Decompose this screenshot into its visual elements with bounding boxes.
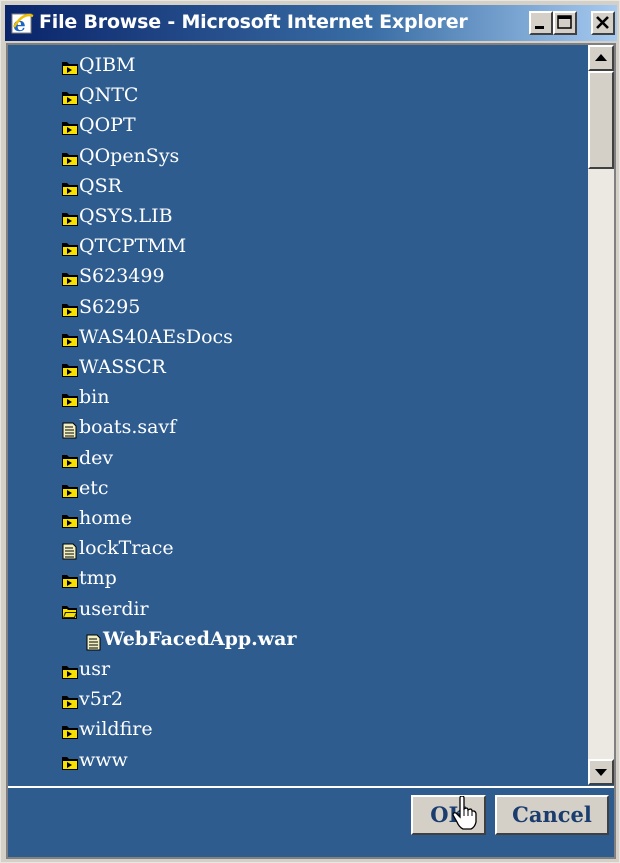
tree-item-label: S623499 <box>79 265 165 288</box>
tree-item-label: WASSCR <box>79 356 166 378</box>
folder-icon <box>61 751 79 770</box>
tree-item-label: WAS40AEsDocs <box>79 325 233 348</box>
tree-item-label: QSR <box>79 174 122 197</box>
tree-item-label: WebFacedApp.war <box>103 627 297 650</box>
tree-item-label: home <box>79 507 132 529</box>
folder-icon <box>61 147 79 166</box>
file-browse-window: e File Browse - Microsoft Internet Explo… <box>0 0 620 863</box>
folder-icon <box>61 328 79 347</box>
tree-item-label: lockTrace <box>79 537 174 560</box>
close-icon <box>596 16 609 29</box>
file-icon <box>61 418 79 439</box>
button-bar: OK Cancel <box>8 788 614 857</box>
tree-item-label: QIBM <box>79 54 136 76</box>
folder-icon <box>61 56 79 75</box>
file-browser-panel: QIBM QNTC QOPT QOpenSys QSR QSYS.LIB QTCPTMM S6… <box>6 43 616 859</box>
scroll-up-button[interactable] <box>588 45 614 71</box>
folder-icon <box>61 177 79 196</box>
tree-item-label: etc <box>79 476 109 499</box>
tree-item-label: bin <box>79 386 110 409</box>
minimize-button[interactable] <box>529 11 553 35</box>
tree-item-label: www <box>79 748 128 771</box>
vertical-scrollbar[interactable] <box>588 45 614 785</box>
hand-pointer-icon <box>452 796 477 830</box>
folder-icon <box>61 479 79 498</box>
file-icon <box>61 539 79 560</box>
scrollbar-thumb[interactable] <box>588 71 614 169</box>
folder-icon <box>61 298 79 317</box>
tree-item-label: wildfire <box>79 718 153 741</box>
tree-item-label: QSYS.LIB <box>79 205 173 227</box>
folder-icon <box>61 449 79 468</box>
minimize-icon <box>535 26 544 29</box>
tree-item-label: S6295 <box>79 295 141 318</box>
tree-item-label: userdir <box>79 597 149 620</box>
folder-icon <box>61 237 79 257</box>
folder-icon <box>61 509 79 528</box>
tree-item-label: tmp <box>79 567 117 590</box>
folder-icon <box>61 388 79 408</box>
maximize-button[interactable] <box>553 11 577 35</box>
folder-open-icon <box>61 600 79 619</box>
folder-icon <box>61 660 79 679</box>
tree-item-label: QOPT <box>79 114 136 137</box>
tree-item-label: usr <box>79 658 111 680</box>
window-title: File Browse - Microsoft Internet Explore… <box>39 11 468 33</box>
scroll-down-button[interactable] <box>588 759 614 785</box>
internet-explorer-icon: e <box>11 11 35 36</box>
tree-item-label: QNTC <box>79 84 139 107</box>
folder-icon <box>61 267 79 287</box>
arrow-up-icon <box>595 54 607 61</box>
file-icon <box>85 630 103 651</box>
file-tree: QIBM QNTC QOPT QOpenSys QSR QSYS.LIB QTCPTMM S6… <box>8 45 588 785</box>
folder-icon <box>61 720 79 740</box>
folder-icon <box>61 116 79 136</box>
folder-icon <box>61 690 79 710</box>
tree-item-label: dev <box>79 446 114 469</box>
folder-icon <box>61 569 79 589</box>
tree-item-label: QOpenSys <box>79 144 180 167</box>
close-button[interactable] <box>591 11 615 35</box>
maximize-icon <box>557 15 572 29</box>
title-bar[interactable]: e File Browse - Microsoft Internet Explo… <box>5 5 617 41</box>
folder-icon <box>61 207 79 226</box>
arrow-down-icon <box>595 769 607 776</box>
tree-item-label: boats.savf <box>79 416 177 439</box>
folder-icon <box>61 86 79 106</box>
folder-icon <box>61 358 79 377</box>
cancel-button[interactable]: Cancel <box>495 795 609 835</box>
tree-item-label: v5r2 <box>79 688 123 711</box>
tree-item-label: QTCPTMM <box>79 235 187 258</box>
